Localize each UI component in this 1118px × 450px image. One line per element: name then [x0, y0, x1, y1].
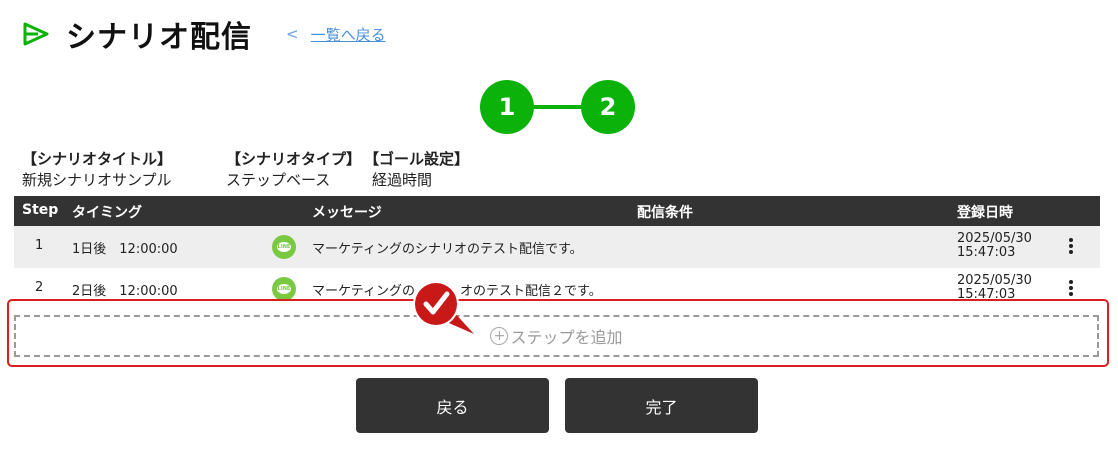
goal-setting-info: 【ゴール設定】 経過時間	[364, 148, 469, 189]
column-header-registered-at: 登録日時	[957, 205, 1013, 221]
goal-setting-value: 経過時間	[372, 171, 433, 189]
add-step-label: ステップを追加	[510, 328, 623, 347]
step-indicator-2: 2	[581, 80, 635, 134]
registered-time: 15:47:03	[957, 245, 1016, 260]
scenario-type-value: ステップベース	[226, 171, 331, 189]
back-to-list-label: 一覧へ戻る	[310, 25, 386, 44]
scenario-title-label: 【シナリオタイトル】	[22, 150, 173, 168]
plus-circle-icon: +	[490, 327, 509, 345]
registered-date: 2025/05/30	[957, 273, 1032, 288]
progress-stepper: 1 2	[480, 80, 635, 134]
step-timing: 1日後 12:00:00	[72, 242, 178, 257]
scenario-type-label: 【シナリオタイプ】	[226, 150, 362, 168]
goal-setting-label: 【ゴール設定】	[364, 150, 470, 168]
step-table: Step タイミング メッセージ 配信条件 登録日時 1 1日後 12:00:0…	[14, 196, 1100, 310]
step-connector	[534, 105, 581, 109]
line-icon: LINE	[272, 235, 296, 259]
registered-at: 2025/05/30 15:47:03	[957, 274, 1032, 302]
line-icon: LINE	[272, 277, 296, 301]
step-timing: 2日後 12:00:00	[72, 284, 178, 299]
registered-date: 2025/05/30	[957, 231, 1032, 246]
row-menu-icon[interactable]	[1066, 278, 1076, 300]
step-message: マーケティングのシナリオのテスト配信です。	[312, 242, 583, 257]
page-header: シナリオ配信 < 一覧へ戻る	[22, 14, 386, 55]
check-callout-icon	[413, 281, 474, 334]
play-outline-icon	[23, 22, 49, 46]
back-button[interactable]: 戻る	[356, 378, 549, 433]
scenario-title-value: 新規シナリオサンプル	[22, 171, 172, 189]
finish-button[interactable]: 完了	[565, 378, 758, 433]
row-menu-icon[interactable]	[1066, 236, 1076, 258]
column-header-timing: タイミング	[72, 205, 142, 221]
back-to-list-link[interactable]: < 一覧へ戻る	[286, 24, 386, 45]
column-header-condition: 配信条件	[637, 205, 693, 221]
scenario-title-info: 【シナリオタイトル】 新規シナリオサンプル	[22, 148, 172, 189]
step-number: 2	[35, 280, 44, 295]
column-header-step: Step	[22, 202, 59, 218]
page-title: シナリオ配信	[66, 20, 252, 55]
table-header: Step タイミング メッセージ 配信条件 登録日時	[14, 196, 1100, 226]
step-message-start: マーケティングの	[312, 284, 415, 299]
scenario-type-info: 【シナリオタイプ】 ステップベース	[226, 148, 361, 189]
registered-at: 2025/05/30 15:47:03	[957, 232, 1032, 260]
add-step-button[interactable]: + ステップを追加	[14, 315, 1099, 357]
table-row[interactable]: 1 1日後 12:00:00 LINE マーケティングのシナリオのテスト配信です…	[14, 226, 1100, 268]
chevron-left-icon: <	[286, 25, 299, 43]
step-indicator-1: 1	[480, 80, 534, 134]
step-number: 1	[35, 238, 44, 253]
column-header-message: メッセージ	[312, 205, 382, 221]
